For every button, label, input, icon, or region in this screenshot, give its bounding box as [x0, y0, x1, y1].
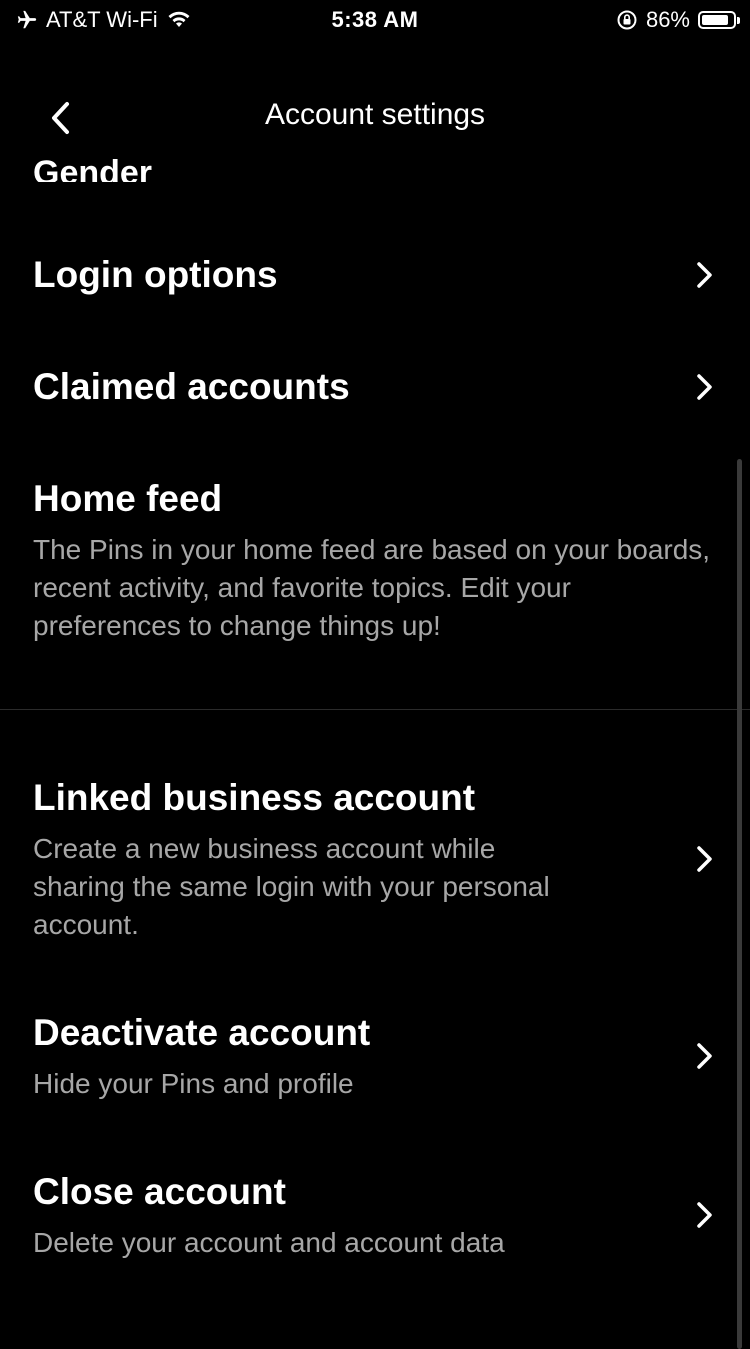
- row-title: Home feed: [33, 478, 223, 519]
- row-title: Linked business account: [33, 777, 476, 818]
- orientation-lock-icon: [616, 9, 638, 31]
- chevron-right-icon: [697, 846, 712, 872]
- partial-row-title: Gender: [33, 154, 153, 182]
- chevron-right-icon: [697, 1202, 712, 1228]
- row-title: Close account: [33, 1171, 286, 1212]
- section-divider: [0, 709, 750, 710]
- scrollbar[interactable]: [737, 459, 742, 1349]
- status-bar: AT&T Wi-Fi 5:38 AM 86%: [0, 0, 750, 40]
- chevron-right-icon: [697, 1043, 712, 1069]
- row-description: The Pins in your home feed are based on …: [33, 534, 711, 641]
- claimed-accounts-row[interactable]: Claimed accounts: [0, 342, 750, 432]
- battery-percent: 86%: [645, 7, 690, 32]
- row-title: Claimed accounts: [33, 366, 350, 407]
- partial-row-gender: Gender: [33, 120, 433, 182]
- battery-fill: [702, 15, 728, 25]
- chevron-right-icon: [697, 374, 712, 400]
- status-right: 86%: [616, 7, 740, 33]
- linked-business-account-row[interactable]: Linked business account Create a new bus…: [0, 770, 750, 960]
- deactivate-account-row[interactable]: Deactivate account Hide your Pins and pr…: [0, 1005, 750, 1115]
- row-description: Create a new business account while shar…: [33, 833, 550, 940]
- close-account-row[interactable]: Close account Delete your account and ac…: [0, 1164, 750, 1274]
- login-options-row[interactable]: Login options: [0, 230, 750, 320]
- row-description: Hide your Pins and profile: [33, 1068, 354, 1099]
- row-title: Deactivate account: [33, 1012, 371, 1053]
- battery-icon: [698, 11, 740, 29]
- row-description: Delete your account and account data: [33, 1227, 505, 1258]
- home-feed-row[interactable]: Home feed The Pins in your home feed are…: [0, 470, 750, 670]
- battery-cap: [737, 17, 740, 24]
- row-title: Login options: [33, 254, 278, 295]
- chevron-right-icon: [697, 262, 712, 288]
